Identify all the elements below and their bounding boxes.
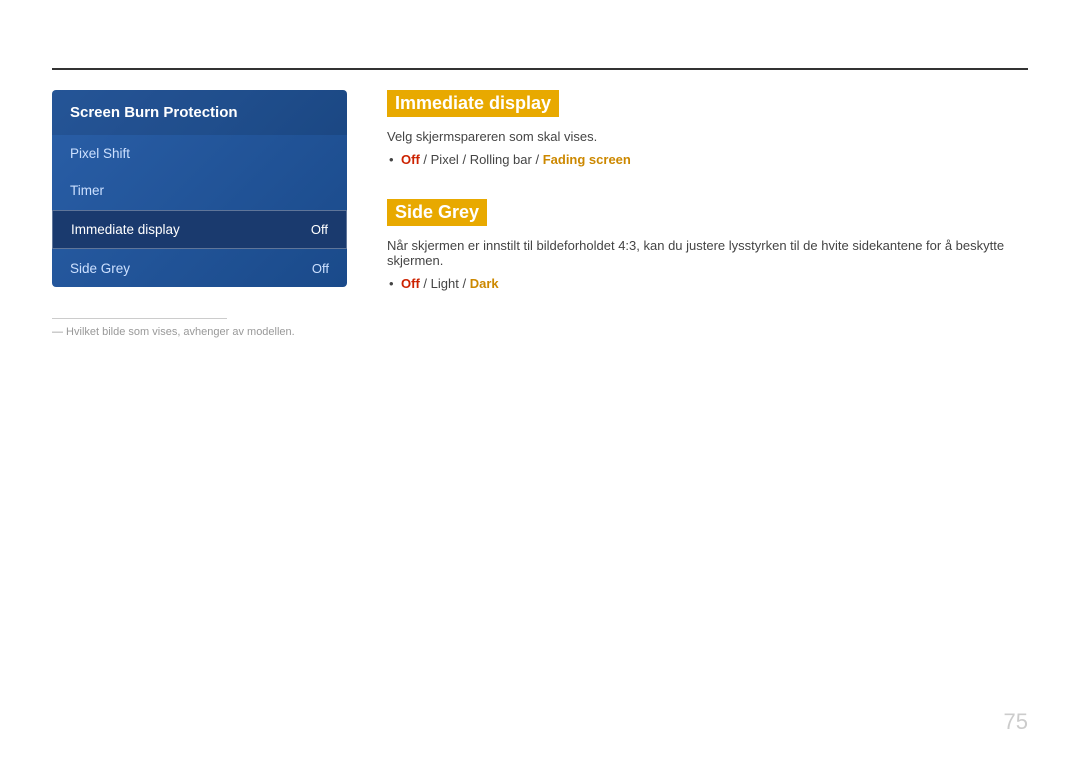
opt-off-side-grey: Off [401, 276, 420, 291]
page-number: 75 [1004, 709, 1028, 735]
section-desc-side-grey: Når skjermen er innstilt til bildeforhol… [387, 238, 1028, 268]
menu-item-side-grey[interactable]: Side Grey Off [52, 250, 347, 287]
content-area: Screen Burn Protection Pixel Shift Timer… [52, 90, 1028, 323]
section-side-grey: Side Grey Når skjermen er innstilt til b… [387, 199, 1028, 291]
menu-title: Screen Burn Protection [52, 90, 347, 135]
opt-dark: Dark [470, 276, 499, 291]
menu-item-value: Off [311, 222, 328, 237]
menu-item-label: Pixel Shift [70, 146, 130, 161]
opt-rolling-bar: Rolling bar [470, 152, 532, 167]
opt-off-immediate: Off [401, 152, 420, 167]
opt-sep5: / [462, 276, 469, 291]
option-item-side-grey: Off / Light / Dark [387, 276, 1028, 291]
option-item-immediate: Off / Pixel / Rolling bar / Fading scree… [387, 152, 1028, 167]
menu-item-value: Off [312, 261, 329, 276]
menu-item-immediate-display[interactable]: Immediate display Off [52, 210, 347, 249]
opt-fading-screen: Fading screen [543, 152, 631, 167]
opt-sep3: / [535, 152, 542, 167]
menu-item-timer[interactable]: Timer [52, 172, 347, 209]
menu-footnote: ― Hvilket bilde som vises, avhenger av m… [52, 326, 295, 338]
section-immediate-display: Immediate display Velg skjermspareren so… [387, 90, 1028, 167]
opt-sep2: / [462, 152, 469, 167]
section-heading-immediate: Immediate display [387, 90, 559, 117]
opt-pixel: Pixel [431, 152, 459, 167]
footnote-divider [52, 318, 227, 319]
menu-item-label: Timer [70, 183, 104, 198]
menu-panel: Screen Burn Protection Pixel Shift Timer… [52, 90, 347, 323]
right-content: Immediate display Velg skjermspareren so… [387, 90, 1028, 323]
top-divider [52, 68, 1028, 70]
section-desc-immediate: Velg skjermspareren som skal vises. [387, 129, 1028, 144]
section-heading-side-grey: Side Grey [387, 199, 487, 226]
option-list-immediate: Off / Pixel / Rolling bar / Fading scree… [387, 152, 1028, 167]
menu-panel-bg: Screen Burn Protection Pixel Shift Timer… [52, 90, 347, 287]
option-list-side-grey: Off / Light / Dark [387, 276, 1028, 291]
menu-item-label: Immediate display [71, 222, 180, 237]
opt-light: Light [431, 276, 459, 291]
opt-sep1: / [423, 152, 430, 167]
menu-item-pixel-shift[interactable]: Pixel Shift [52, 135, 347, 172]
menu-item-label: Side Grey [70, 261, 130, 276]
opt-sep4: / [423, 276, 430, 291]
